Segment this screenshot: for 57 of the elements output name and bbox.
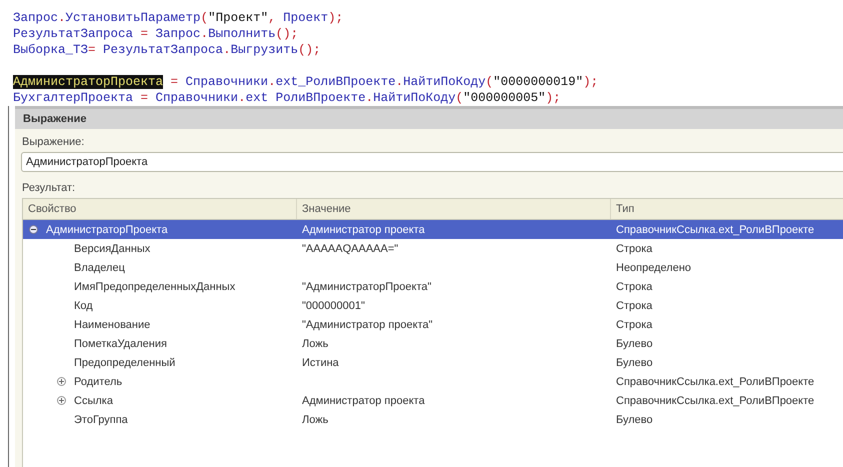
property-type: Булево: [616, 356, 653, 368]
property-type: Строка: [616, 280, 652, 292]
panel-title: Выражение: [15, 106, 843, 129]
property-type: Строка: [616, 318, 652, 330]
collapse-icon[interactable]: [29, 225, 38, 234]
property-name: АдминистраторПроекта: [46, 224, 168, 236]
property-value: Администратор проекта: [302, 224, 425, 236]
property-value: "АдминистраторПроекта": [302, 280, 432, 292]
property-value: Истина: [302, 356, 339, 368]
expand-icon[interactable]: [57, 396, 66, 405]
table-row[interactable]: Родитель СправочникСсылка.ext_РолиВПроекте: [23, 372, 843, 391]
column-header[interactable]: Тип: [611, 199, 843, 219]
property-value: "000000001": [302, 300, 365, 312]
code-line: Выборка_ТЗ= РезультатЗапроса.Выгрузить();: [13, 42, 322, 58]
table-row[interactable]: Код "000000001" Строка: [23, 296, 843, 315]
table-row[interactable]: ВерсияДанных "AAAAAQAAAAA=" Строка: [23, 239, 843, 258]
table-row[interactable]: ПометкаУдаления Ложь Булево: [23, 334, 843, 353]
table-row[interactable]: Владелец Неопределено: [23, 258, 843, 277]
field-label: Выражение:: [22, 135, 84, 149]
property-type: Строка: [616, 300, 652, 312]
property-type: СправочникСсылка.ext_РолиВПроекте: [616, 394, 814, 406]
property-type: Булево: [616, 338, 653, 350]
field-label: Результат:: [22, 181, 76, 195]
table-row[interactable]: Наименование "Администратор проекта" Строка: [23, 315, 843, 334]
column-header[interactable]: Значение: [297, 199, 611, 219]
property-value: Администратор проекта: [302, 394, 425, 406]
property-name: Родитель: [74, 376, 122, 388]
property-value: Ложь: [302, 414, 328, 426]
property-name: Код: [74, 300, 93, 312]
column-header[interactable]: Свойство: [23, 199, 297, 219]
code-line: БухгалтерПроекта = Справочники.ext РолиВПроекте.НайтиПоКоду("000000005");: [13, 90, 562, 106]
property-name: Предопределенный: [74, 356, 176, 368]
table-row[interactable]: ЭтоГруппа Ложь Булево: [23, 410, 843, 429]
table-row[interactable]: АдминистраторПроекта Администратор проекта СправочникСсылка.ext_РолиВПроекте: [23, 220, 843, 239]
property-name: ПометкаУдаления: [74, 338, 167, 350]
property-name: ВерсияДанных: [74, 242, 150, 254]
property-type: СправочникСсылка.ext_РолиВПроекте: [616, 224, 814, 236]
property-type: Неопределено: [616, 262, 692, 274]
property-type: Строка: [616, 242, 652, 254]
code-line: АдминистраторПроекта = Справочники.ext_РолиВПроекте.НайтиПоКоду("0000000019");: [13, 74, 600, 90]
property-name: Наименование: [74, 318, 150, 330]
code-line: РезультатЗапроса = Запрос.Выполнить();: [13, 26, 300, 42]
property-type: СправочникСсылка.ext_РолиВПроекте: [616, 376, 814, 388]
property-value: "Администратор проекта": [302, 318, 433, 330]
expression-field[interactable]: АдминистраторПроекта: [21, 152, 843, 172]
property-name: ЭтоГруппа: [74, 414, 128, 426]
property-type: Булево: [616, 414, 653, 426]
property-value: "AAAAAQAAAAA=": [302, 242, 398, 254]
table-row[interactable]: ИмяПредопределенныхДанных "АдминистраторПроекта" Строка: [23, 277, 843, 296]
table-row[interactable]: Ссылка Администратор проекта СправочникСсылка.ext_РолиВПроекте: [23, 391, 843, 410]
property-name: Ссылка: [74, 394, 113, 406]
code-line: Запрос.УстановитьПараметр("Проект", Проект);: [13, 10, 344, 26]
table-row[interactable]: Предопределенный Истина Булево: [23, 353, 843, 372]
property-name: ИмяПредопределенныхДанных: [74, 280, 236, 292]
property-value: Ложь: [302, 338, 328, 350]
expand-icon[interactable]: [57, 377, 66, 386]
property-name: Владелец: [74, 262, 125, 274]
